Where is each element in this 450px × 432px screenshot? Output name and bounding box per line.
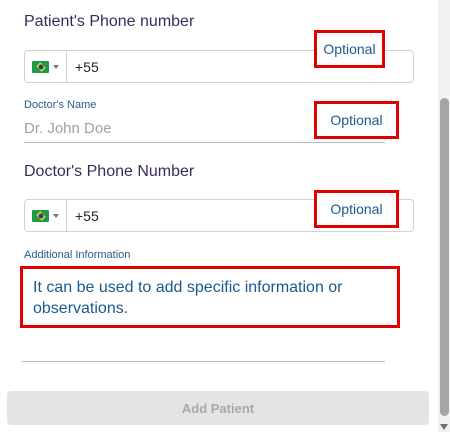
additional-info-annotation: It can be used to add specific informati… [20,266,400,328]
add-patient-button[interactable]: Add Patient [7,391,429,425]
patient-phone-label: Patient's Phone number [24,13,195,30]
scrollbar-thumb[interactable] [440,98,449,416]
caret-down-icon [53,64,59,69]
doctor-phone-label: Doctor's Phone Number [24,163,195,180]
patient-phone-input[interactable] [75,51,295,82]
doctor-phone-optional-annotation: Optional [314,190,399,228]
scrollbar[interactable] [438,0,450,432]
caret-down-icon [53,213,59,218]
doctor-country-selector[interactable] [25,200,67,231]
optional-tag: Optional [330,112,383,128]
scroll-down-arrow-icon[interactable] [440,424,448,430]
doctor-name-optional-annotation: Optional [314,101,399,139]
optional-tag: Optional [323,41,376,57]
doctor-name-label: Doctor's Name [24,99,97,111]
doctor-phone-input[interactable] [75,200,295,231]
additional-info-textarea[interactable] [22,361,385,362]
additional-info-annotation-text: It can be used to add specific informati… [33,279,343,317]
patient-phone-optional-annotation: Optional [314,30,385,68]
patient-country-selector[interactable] [25,51,67,82]
optional-tag: Optional [330,201,383,217]
additional-info-label: Additional Information [24,249,131,261]
brazil-flag-icon [32,209,49,222]
brazil-flag-icon [32,60,49,73]
